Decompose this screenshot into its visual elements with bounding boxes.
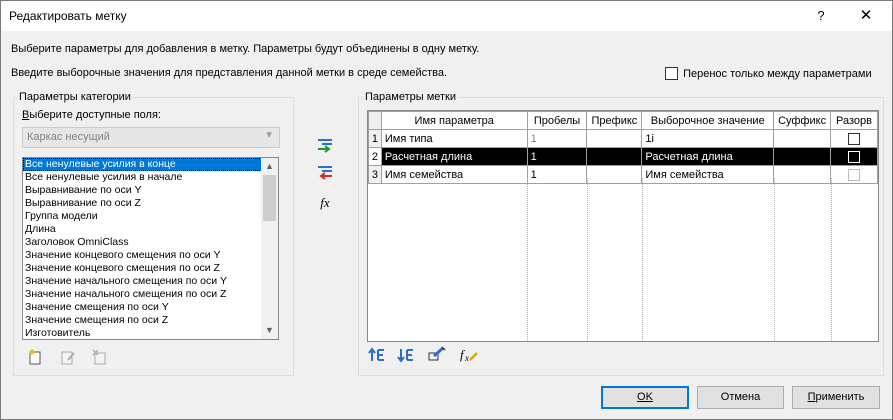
- delete-parameter-icon: [91, 349, 109, 367]
- field-list-item[interactable]: Значение смещения по оси Z: [23, 314, 278, 327]
- prefix-cell[interactable]: [586, 165, 643, 184]
- edit-parameter-icon: [59, 349, 77, 367]
- column-header[interactable]: Суффикс: [773, 111, 832, 130]
- new-parameter-icon[interactable]: [26, 349, 44, 367]
- break-cell[interactable]: [830, 147, 878, 166]
- edit-formula-icon[interactable]: fx: [459, 347, 478, 365]
- field-list-item[interactable]: Значение концевого смещения по оси Z: [23, 262, 278, 275]
- break-cell[interactable]: [830, 165, 878, 184]
- row-number-header: [368, 111, 382, 130]
- field-list-item[interactable]: Длина: [23, 223, 278, 236]
- ok-button[interactable]: OK: [601, 386, 689, 409]
- help-button[interactable]: ?: [806, 1, 836, 31]
- field-list-item[interactable]: Значение концевого смещения по оси Y: [23, 249, 278, 262]
- fields-scrollbar[interactable]: ▲ ▼: [261, 158, 278, 339]
- field-list-item[interactable]: Все ненулевые усилия в конце: [23, 158, 278, 171]
- sample-value-cell[interactable]: Имя семейства: [641, 165, 775, 184]
- param-name-cell[interactable]: Имя типа: [380, 129, 528, 148]
- field-list-item[interactable]: Все ненулевые усилия в начале: [23, 171, 278, 184]
- category-combo-value: Каркас несущий: [27, 131, 110, 143]
- column-header[interactable]: Префикс: [586, 111, 643, 130]
- field-list-item[interactable]: Изготовитель: [23, 327, 278, 339]
- remove-parameter-from-label-icon[interactable]: [315, 164, 335, 182]
- column-header[interactable]: Пробелы: [526, 111, 588, 130]
- prefix-cell[interactable]: [586, 147, 643, 166]
- break-checkbox: [848, 168, 861, 181]
- field-list-item[interactable]: Группа модели: [23, 210, 278, 223]
- field-list-item[interactable]: Заголовок OmniClass: [23, 236, 278, 249]
- field-list-item[interactable]: Выравнивание по оси Y: [23, 184, 278, 197]
- wrap-option-checkbox[interactable]: [665, 67, 678, 80]
- chevron-down-icon: ▼: [264, 130, 274, 141]
- edit-label-dialog: Редактировать метку ? ✕ Выберите парамет…: [0, 0, 893, 420]
- spaces-cell[interactable]: 1: [526, 165, 588, 184]
- table-row[interactable]: 1 Имя типа 1 1i: [368, 129, 878, 148]
- cancel-button[interactable]: Отмена: [697, 386, 784, 409]
- row-number-cell: 2: [368, 147, 382, 166]
- svg-text:x: x: [464, 353, 469, 363]
- column-header[interactable]: Выборочное значение: [641, 111, 775, 130]
- spaces-cell[interactable]: 1: [526, 147, 588, 166]
- scroll-thumb[interactable]: [263, 175, 276, 221]
- suffix-cell[interactable]: [773, 165, 832, 184]
- apply-button[interactable]: Применить: [792, 386, 880, 409]
- close-button[interactable]: ✕: [846, 1, 886, 31]
- spaces-cell[interactable]: 1: [526, 129, 588, 148]
- edit-parameter-icon[interactable]: [428, 346, 446, 364]
- wrap-option[interactable]: Перенос только между параметрами: [665, 67, 872, 80]
- move-down-icon[interactable]: [397, 347, 415, 365]
- break-checkbox[interactable]: [848, 150, 861, 163]
- field-list-item[interactable]: Значение смещения по оси Y: [23, 301, 278, 314]
- category-combo[interactable]: Каркас несущий ▼: [22, 127, 280, 148]
- add-parameter-to-label-icon[interactable]: [315, 137, 335, 155]
- move-up-icon[interactable]: [368, 347, 386, 365]
- sample-value-cell[interactable]: Расчетная длина: [641, 147, 775, 166]
- field-list-item[interactable]: Выравнивание по оси Z: [23, 197, 278, 210]
- field-list-item[interactable]: Значение начального смещения по оси Y: [23, 275, 278, 288]
- calculated-value-icon[interactable]: fx: [315, 194, 335, 212]
- available-fields-label: Выберите доступные поля:: [22, 109, 161, 121]
- param-name-cell[interactable]: Расчетная длина: [380, 147, 528, 166]
- category-params-label: Параметры категории: [17, 91, 133, 103]
- row-number-cell: 1: [368, 129, 382, 148]
- column-header[interactable]: Разорв: [830, 111, 878, 130]
- param-name-cell[interactable]: Имя семейства: [380, 165, 528, 184]
- field-list-item[interactable]: Значение начального смещения по оси Z: [23, 288, 278, 301]
- instruction-line-1: Выберите параметры для добавления в метк…: [11, 43, 480, 55]
- prefix-cell[interactable]: [586, 129, 643, 148]
- break-cell[interactable]: [830, 129, 878, 148]
- wrap-option-label: Перенос только между параметрами: [683, 67, 872, 80]
- scroll-down-icon[interactable]: ▼: [261, 322, 278, 339]
- row-number-cell: 3: [368, 165, 382, 184]
- column-header[interactable]: Имя параметра: [380, 111, 528, 130]
- table-row[interactable]: 3 Имя семейства 1 Имя семейства: [368, 165, 878, 184]
- title-bar: Редактировать метку ? ✕: [1, 1, 892, 31]
- sample-value-cell[interactable]: 1i: [641, 129, 775, 148]
- scroll-up-icon[interactable]: ▲: [261, 158, 278, 175]
- window-title: Редактировать метку: [9, 9, 127, 23]
- suffix-cell[interactable]: [773, 129, 832, 148]
- label-params-grid[interactable]: Имя параметра Пробелы Префикс Выборочное зн…: [367, 110, 879, 342]
- break-checkbox[interactable]: [848, 132, 861, 145]
- available-fields-list[interactable]: Все ненулевые усилия в конце Все ненулевы…: [22, 157, 279, 340]
- table-row[interactable]: 2 Расчетная длина 1 Расчетная длина: [368, 147, 878, 166]
- instruction-line-2: Введите выборочные значения для представ…: [11, 67, 448, 79]
- suffix-cell[interactable]: [773, 147, 832, 166]
- label-params-label: Параметры метки: [363, 91, 459, 103]
